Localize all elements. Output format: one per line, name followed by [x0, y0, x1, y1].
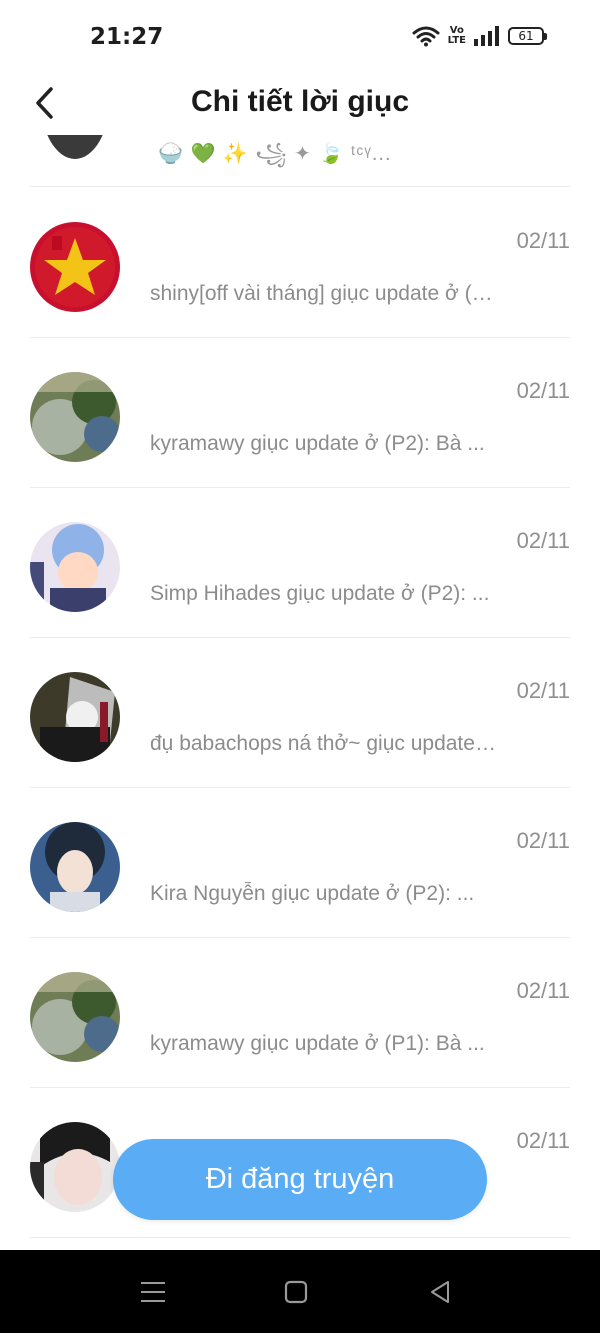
reminder-date: 02/11 [516, 528, 570, 553]
list-item[interactable]: 02/11 đụ babachops ná thở~ giục update ở… [30, 638, 570, 788]
reminder-date: 02/11 [516, 228, 570, 253]
battery-icon: 61 [508, 27, 547, 45]
status-icons: Vo LTE 61 [412, 25, 547, 47]
page-title: Chi tiết lời giục [191, 85, 409, 118]
reminder-date: 02/11 [516, 678, 570, 703]
reminder-date: 02/11 [516, 828, 570, 853]
avatar [30, 222, 120, 312]
list-item[interactable]: 02/11 Kira Nguyễn giục update ở (P2): ..… [30, 788, 570, 938]
reminder-message: đụ babachops ná thở~ giục update ở ... [150, 732, 500, 755]
avatar [30, 372, 120, 462]
avatar [40, 135, 110, 159]
header: Chi tiết lời giục [0, 75, 600, 135]
list-item[interactable]: 02/11 kyramawy giục update ở (P1): Bà ..… [30, 938, 570, 1088]
reminder-date: 02/11 [516, 978, 570, 1003]
status-time: 21:27 [90, 24, 164, 50]
navigation-bar [0, 1250, 600, 1333]
reminder-message: Kira Nguyễn giục update ở (P2): ... [150, 882, 475, 905]
reminder-message: 🍚 💚 ✨ ꧁ ✦ 🍃 ᵗᶜᵞ... [158, 143, 392, 165]
avatar-image-icon [30, 222, 120, 312]
list-item[interactable]: 02/11 kyramawy giục update ở (P2): Bà ..… [30, 338, 570, 488]
status-bar: 21:27 Vo LTE 61 [0, 0, 600, 75]
reminder-date: 02/11 [516, 378, 570, 403]
wifi-icon [412, 26, 440, 47]
post-story-button[interactable]: Đi đăng truyện [113, 1139, 487, 1220]
reminder-message: kyramawy giục update ở (P1): Bà ... [150, 1032, 485, 1055]
avatar [30, 522, 120, 612]
avatar [30, 972, 120, 1062]
avatar-image-icon [30, 822, 120, 912]
volte-indicator: Vo LTE [447, 25, 466, 46]
avatar-image-icon [30, 1122, 120, 1212]
avatar-image-icon [30, 522, 120, 612]
avatar-image-icon [30, 972, 120, 1062]
list-item[interactable]: 🍚 💚 ✨ ꧁ ✦ 🍃 ᵗᶜᵞ... [30, 135, 570, 187]
reminder-message: Simp Hihades giục update ở (P2): ... [150, 582, 490, 605]
reminder-list[interactable]: 🍚 💚 ✨ ꧁ ✦ 🍃 ᵗᶜᵞ... 02/11 shiny[off vài t… [0, 135, 600, 1250]
reminder-message: shiny[off vài tháng] giục update ở (P2):… [150, 282, 500, 305]
signal-icon [474, 26, 499, 46]
reminder-message: kyramawy giục update ở (P2): Bà ... [150, 432, 485, 455]
avatar [30, 1122, 120, 1212]
list-item[interactable]: 02/11 shiny[off vài tháng] giục update ở… [30, 188, 570, 338]
avatar [30, 822, 120, 912]
avatar [30, 672, 120, 762]
menu-icon [141, 1282, 165, 1302]
triangle-back-icon [431, 1281, 449, 1303]
square-icon [284, 1280, 308, 1304]
menu-button[interactable] [133, 1272, 173, 1312]
home-button[interactable] [276, 1272, 316, 1312]
reminder-date: 02/11 [516, 1128, 570, 1153]
list-item[interactable]: 02/11 Simp Hihades giục update ở (P2): .… [30, 488, 570, 638]
avatar-image-icon [30, 372, 120, 462]
avatar-image-icon [30, 672, 120, 762]
back-nav-button[interactable] [420, 1272, 460, 1312]
